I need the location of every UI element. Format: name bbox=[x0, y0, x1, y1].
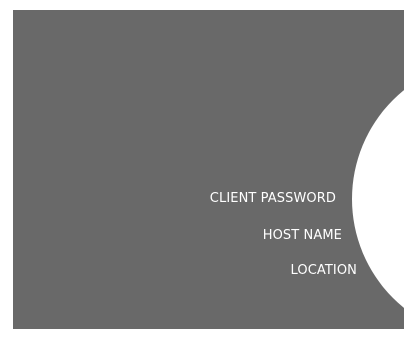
menu-item-host-name[interactable]: HOST NAME bbox=[263, 228, 342, 244]
menu-item-client-password[interactable]: CLIENT PASSWORD bbox=[210, 191, 336, 207]
settings-panel: CLIENT PASSWORD HOST NAME LOCATION bbox=[13, 10, 404, 329]
screen: CLIENT PASSWORD HOST NAME LOCATION bbox=[0, 0, 404, 340]
rotary-dial[interactable] bbox=[352, 59, 404, 329]
menu-item-location[interactable]: LOCATION bbox=[290, 263, 357, 279]
